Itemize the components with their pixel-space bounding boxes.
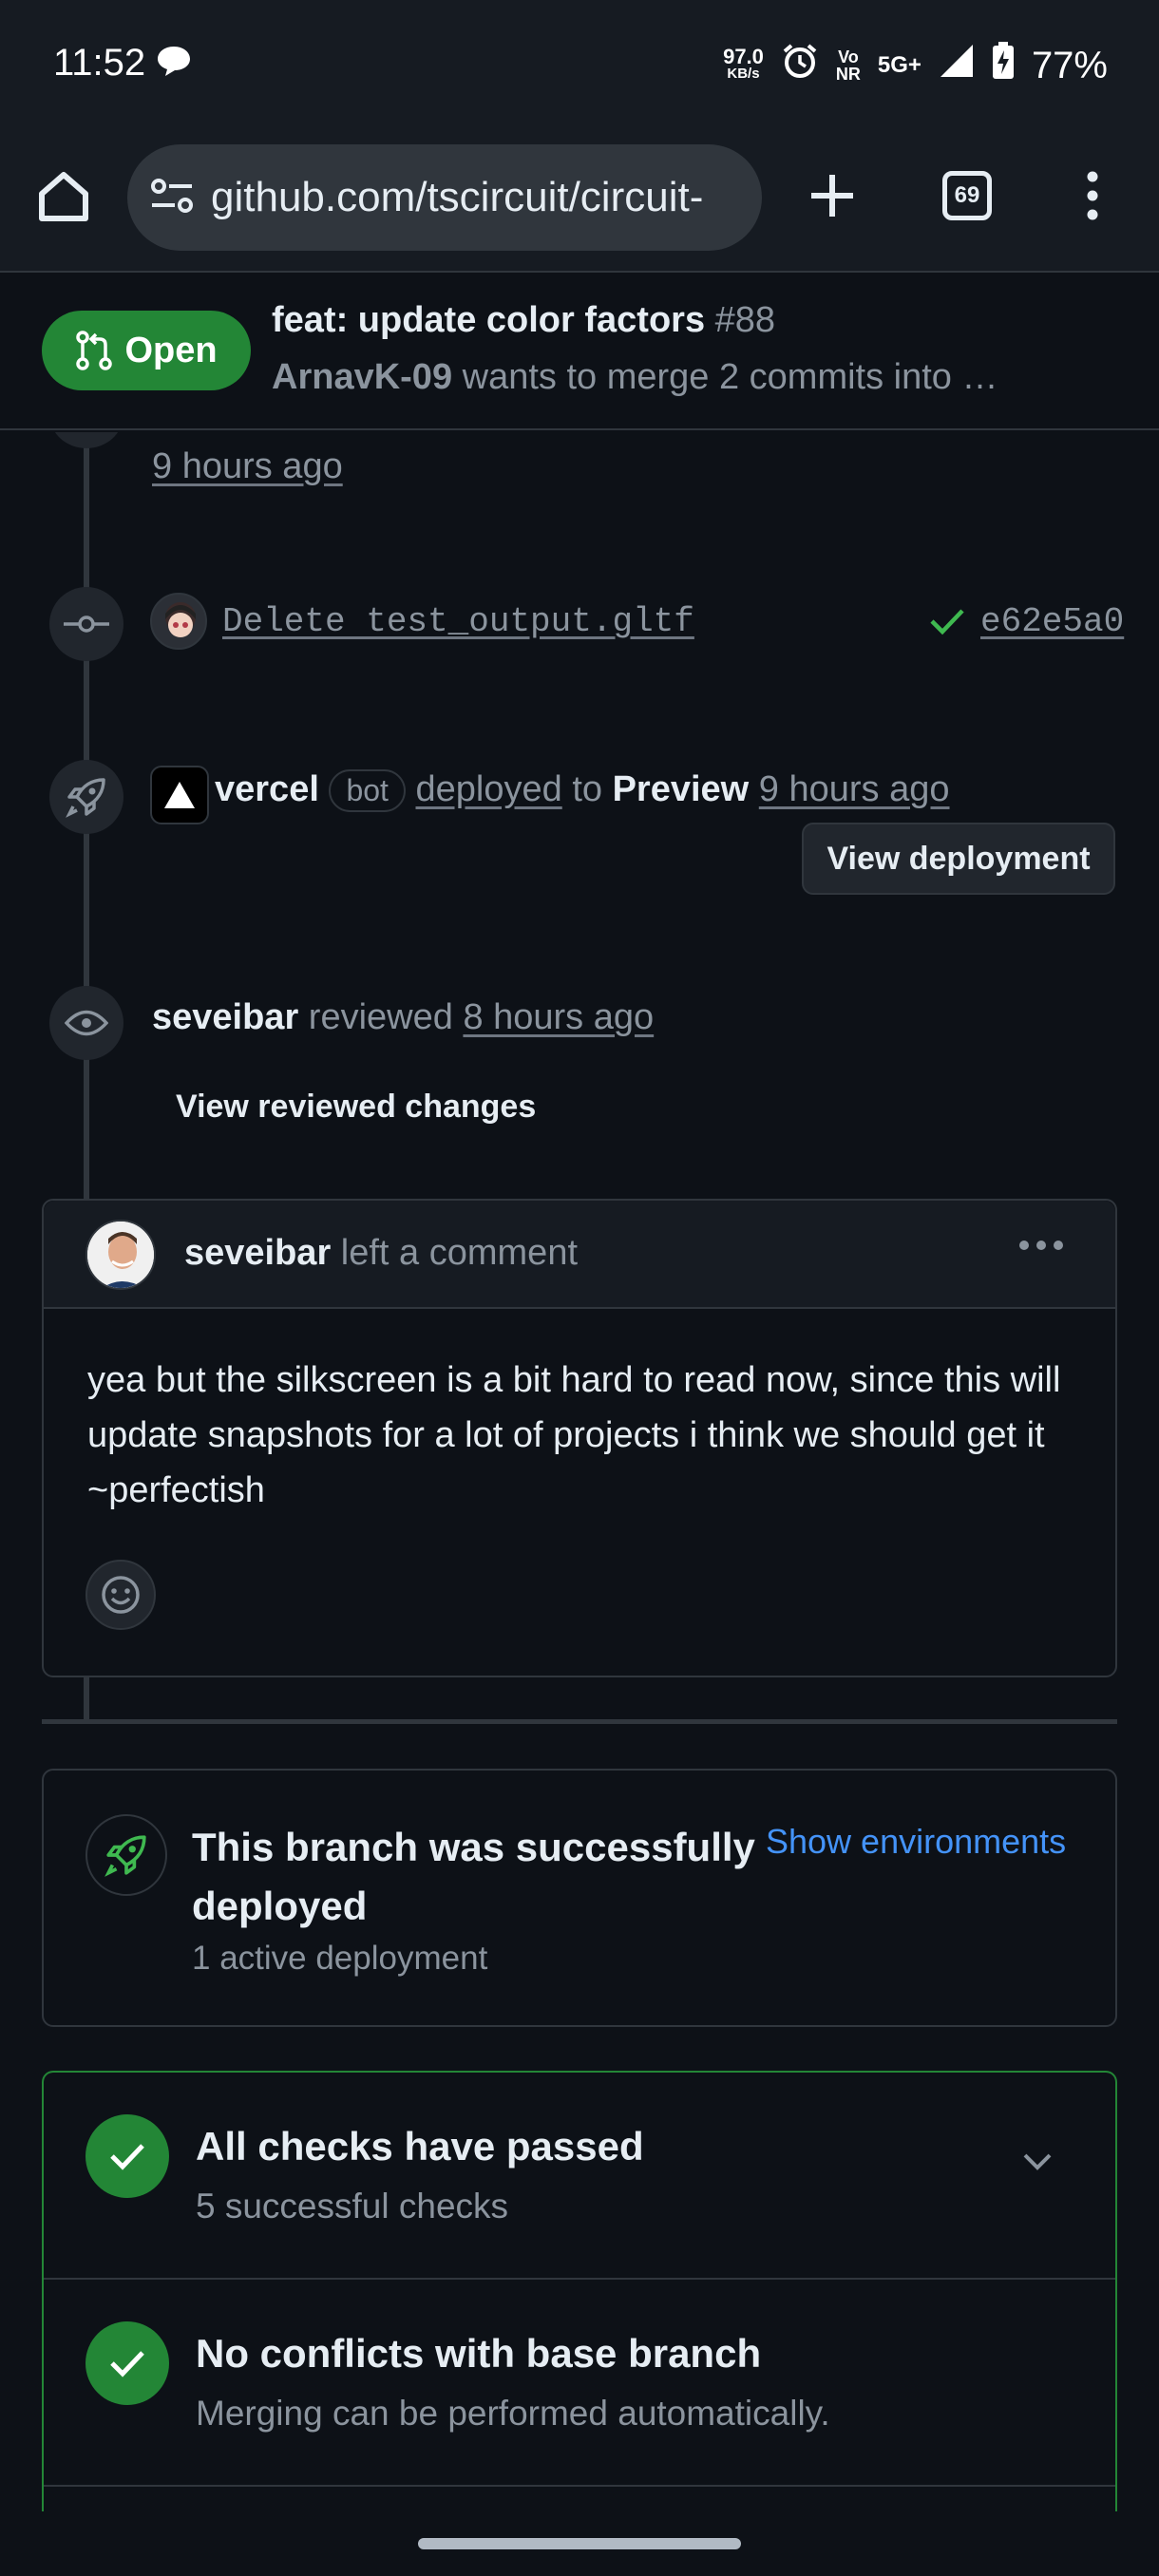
more-menu-icon[interactable] — [1083, 171, 1102, 225]
view-reviewed-changes-link[interactable]: View reviewed changes — [176, 1089, 536, 1126]
checks-title: All checks have passed — [196, 2124, 644, 2169]
previous-event-time[interactable]: 9 hours ago — [152, 446, 343, 487]
conflicts-section: No conflicts with base branch Merging ca… — [44, 2280, 1115, 2487]
review-time[interactable]: 8 hours ago — [463, 997, 654, 1037]
battery-percent: 77% — [1031, 44, 1108, 86]
checks-passed-icon — [86, 2114, 169, 2198]
pr-title-front: feat: update color factors #88 — [272, 300, 776, 340]
deployment-status-box: This branch was successfully deployed Sh… — [42, 1769, 1117, 2027]
checks-section[interactable]: All checks have passed 5 successful chec… — [44, 2073, 1115, 2280]
deploy-rocket-icon — [86, 1814, 167, 1896]
vercel-avatar[interactable] — [150, 766, 209, 824]
deploy-environment: Preview — [612, 769, 750, 809]
pr-state-badge-front: Open — [42, 311, 251, 390]
active-deployment-count: 1 active deployment — [192, 1940, 488, 1977]
comment-author: seveibar — [184, 1233, 332, 1273]
review-comment-card: seveibar left a comment yea but the silk… — [42, 1199, 1117, 1677]
tab-switcher-button[interactable]: 69 — [942, 171, 992, 220]
chat-bubble-icon — [156, 42, 192, 84]
rocket-icon — [49, 760, 124, 834]
merge-status-box: All checks have passed 5 successful chec… — [42, 2071, 1117, 2517]
conflicts-subtitle: Merging can be performed automatically. — [196, 2394, 830, 2433]
review-event-text: seveibar reviewed 8 hours ago — [152, 997, 655, 1037]
check-success-icon — [929, 606, 965, 641]
conflicts-title: No conflicts with base branch — [196, 2331, 762, 2376]
deployment-title: This branch was successfully deployed — [192, 1825, 755, 1928]
battery-icon — [992, 42, 1015, 89]
comment-header: seveibar left a comment — [44, 1201, 1115, 1309]
deploy-time[interactable]: 9 hours ago — [759, 769, 950, 809]
status-time: 11:52 — [53, 42, 192, 85]
volte-indicator: Vo NR — [835, 47, 861, 84]
pull-request-icon — [76, 331, 113, 370]
url-text: github.com/tscircuit/circuit- — [211, 174, 704, 220]
commenter-avatar[interactable] — [86, 1220, 156, 1290]
net-speed: 97.0 KB/s — [723, 45, 764, 83]
status-icons: 97.0 KB/s Vo NR 5G+ 77% — [723, 42, 1108, 89]
home-icon[interactable] — [36, 169, 91, 229]
comment-options-icon[interactable] — [1018, 1239, 1064, 1256]
view-deployment-button[interactable]: View deployment — [802, 823, 1115, 895]
commit-author-avatar[interactable] — [150, 593, 207, 650]
no-conflicts-icon — [86, 2321, 169, 2405]
address-bar[interactable]: github.com/tscircuit/circuit- — [127, 144, 762, 251]
commit-message[interactable]: Delete test_output.gltf — [222, 602, 694, 641]
comment-header-text: seveibar left a comment — [184, 1233, 579, 1273]
comment-body: yea but the silkscreen is a bit hard to … — [87, 1360, 1061, 1510]
signal-icon — [939, 43, 975, 88]
checks-subtitle: 5 successful checks — [196, 2187, 509, 2226]
new-tab-icon[interactable] — [808, 171, 857, 225]
deploy-actor: vercel — [215, 769, 319, 809]
commit-icon — [49, 587, 124, 661]
alarm-icon — [781, 42, 819, 89]
deployed-link[interactable]: deployed — [416, 769, 562, 809]
timeline-end-divider — [42, 1719, 1117, 1724]
home-gesture-handle[interactable] — [418, 2538, 741, 2549]
review-actor: seveibar — [152, 997, 299, 1037]
deploy-event-text: vercel bot deployed to Preview 9 hours a… — [215, 769, 950, 813]
site-settings-icon[interactable] — [150, 177, 194, 219]
add-reaction-icon[interactable] — [86, 1560, 156, 1630]
eye-icon — [49, 986, 124, 1060]
show-environments-link[interactable]: Show environments — [766, 1822, 1066, 1862]
bot-badge: bot — [329, 769, 406, 813]
chevron-down-icon[interactable] — [1022, 2152, 1053, 2176]
pr-subtitle-front: ArnavK-09 wants to merge 2 commits into … — [272, 357, 998, 397]
network-type: 5G+ — [877, 52, 922, 78]
commit-sha[interactable]: e62e5a0 — [980, 602, 1124, 641]
